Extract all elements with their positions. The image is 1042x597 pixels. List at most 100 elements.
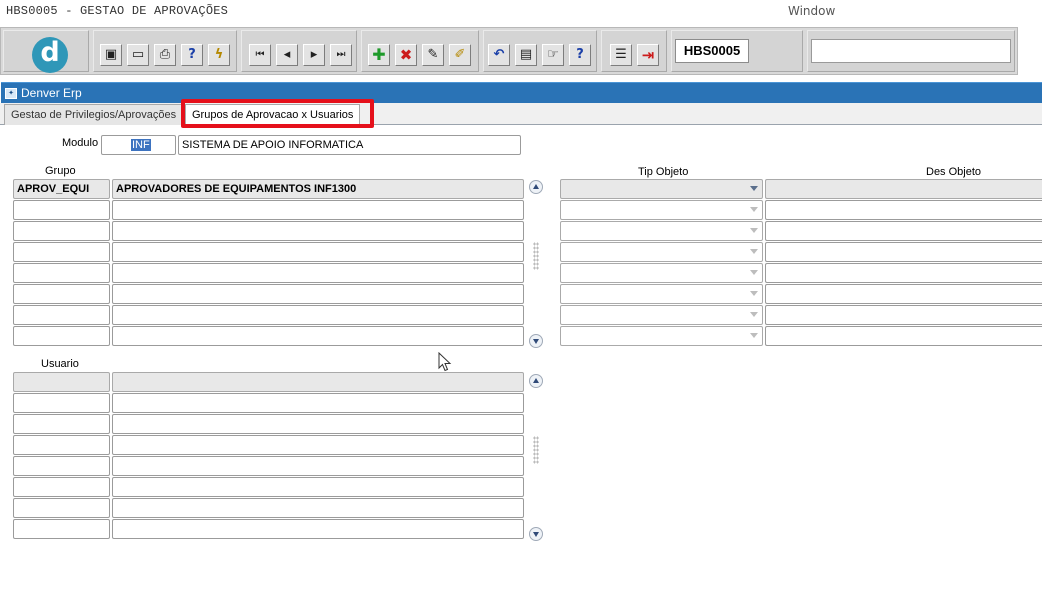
scroll-grip[interactable]: [533, 436, 539, 464]
grupo-desc-cell[interactable]: [112, 263, 524, 283]
next-record-icon[interactable]: ▸: [303, 44, 325, 66]
usuario-desc-cell[interactable]: [112, 372, 524, 392]
usuario-code-cell[interactable]: [13, 519, 110, 539]
query-help-icon[interactable]: ?: [181, 44, 203, 66]
toolbar: d ▣ ▭ ⎙ ? ϟ ⏮ ◂ ▸ ⏭ ✚ ✖ ✎ ✐ ↶ ▤ ☞ ? ☰ ⇥ …: [0, 27, 1018, 75]
save-icon[interactable]: ▣: [100, 44, 122, 66]
tip-objeto-select[interactable]: [560, 326, 763, 346]
previous-record-icon[interactable]: ◂: [276, 44, 298, 66]
scroll-grip[interactable]: [533, 242, 539, 270]
grupo-code-cell[interactable]: [13, 221, 110, 241]
scroll-down-icon[interactable]: [529, 527, 543, 541]
menu-tools-group: ☰ ⇥: [601, 30, 667, 72]
des-objeto-cell[interactable]: [765, 200, 1042, 220]
edit-record-icon[interactable]: ✎: [422, 44, 444, 66]
modulo-desc-field[interactable]: SISTEMA DE APOIO INFORMATICA: [178, 135, 521, 155]
form-code-box: HBS0005: [675, 39, 749, 63]
usuario-desc-cell[interactable]: [112, 519, 524, 539]
tab-grupos-aprovacao-usuarios[interactable]: Grupos de Aprovacao x Usuarios: [185, 104, 361, 125]
des-objeto-cell[interactable]: [765, 326, 1042, 346]
chevron-down-icon[interactable]: [750, 186, 758, 191]
scroll-up-icon[interactable]: [529, 180, 543, 194]
usuario-desc-cell[interactable]: [112, 456, 524, 476]
tip-objeto-select[interactable]: [560, 284, 763, 304]
grupo-code-cell[interactable]: [13, 263, 110, 283]
tip-objeto-header: Tip Objeto: [638, 166, 689, 178]
grupo-code-cell[interactable]: [13, 200, 110, 220]
last-record-icon[interactable]: ⏭: [330, 44, 352, 66]
insert-record-icon[interactable]: ✚: [368, 44, 390, 66]
tools-icon[interactable]: ☞: [542, 44, 564, 66]
des-objeto-cell[interactable]: [765, 221, 1042, 241]
tip-objeto-select[interactable]: [560, 179, 763, 199]
tip-objeto-select[interactable]: [560, 305, 763, 325]
chevron-down-icon[interactable]: [750, 291, 758, 296]
execute-query-icon[interactable]: ϟ: [208, 44, 230, 66]
des-objeto-cell[interactable]: [765, 305, 1042, 325]
des-objeto-cell[interactable]: [765, 263, 1042, 283]
chevron-down-icon[interactable]: [750, 270, 758, 275]
chevron-down-icon[interactable]: [750, 312, 758, 317]
modulo-code-field[interactable]: INF: [101, 135, 176, 155]
clear-record-icon[interactable]: ✐: [449, 44, 471, 66]
print-icon[interactable]: ⎙: [154, 44, 176, 66]
usuario-code-cell[interactable]: [13, 393, 110, 413]
exit-icon[interactable]: ⇥: [637, 44, 659, 66]
app-title: HBS0005 - GESTAO DE APROVAÇÕES: [6, 4, 229, 18]
grupo-desc-cell[interactable]: [112, 326, 524, 346]
tab-strip: Gestao de Privilegios/Aprovações Grupos …: [0, 103, 1042, 125]
toolbar-search-input[interactable]: [811, 39, 1011, 63]
des-objeto-cell[interactable]: [765, 242, 1042, 262]
usuario-code-cell[interactable]: [13, 477, 110, 497]
usuario-desc-cell[interactable]: [112, 498, 524, 518]
usuario-code-cell[interactable]: [13, 435, 110, 455]
grupo-desc-cell[interactable]: [112, 200, 524, 220]
grupo-header: Grupo: [45, 165, 76, 177]
usuario-desc-cell[interactable]: [112, 393, 524, 413]
usuario-desc-cell[interactable]: [112, 435, 524, 455]
undo-icon[interactable]: ↶: [488, 44, 510, 66]
clipboard-icon[interactable]: ▤: [515, 44, 537, 66]
usuario-code-cell[interactable]: [13, 372, 110, 392]
usuario-code-cell[interactable]: [13, 498, 110, 518]
tip-objeto-select[interactable]: [560, 221, 763, 241]
delete-record-icon[interactable]: ✖: [395, 44, 417, 66]
usuario-scrollbar[interactable]: [529, 374, 543, 542]
menu-icon[interactable]: ☰: [610, 44, 632, 66]
grupo-desc-cell[interactable]: [112, 305, 524, 325]
tip-objeto-select[interactable]: [560, 200, 763, 220]
chevron-down-icon[interactable]: [750, 228, 758, 233]
file-tools-group: ▣ ▭ ⎙ ? ϟ: [93, 30, 237, 72]
tip-objeto-select[interactable]: [560, 242, 763, 262]
des-objeto-cell[interactable]: [765, 179, 1042, 199]
chevron-down-icon[interactable]: [750, 333, 758, 338]
first-record-icon[interactable]: ⏮: [249, 44, 271, 66]
modulo-code-value: INF: [131, 139, 151, 151]
grupo-code-cell[interactable]: [13, 326, 110, 346]
grupo-code-cell[interactable]: [13, 242, 110, 262]
grupo-code-cell[interactable]: [13, 284, 110, 304]
tip-objeto-select[interactable]: [560, 263, 763, 283]
grupo-desc-cell[interactable]: [112, 221, 524, 241]
grupo-code-cell[interactable]: [13, 305, 110, 325]
tab-gestao-privilegios[interactable]: Gestao de Privilegios/Aprovações: [4, 104, 184, 125]
des-objeto-cell[interactable]: [765, 284, 1042, 304]
grupo-desc-cell[interactable]: [112, 242, 524, 262]
usuario-code-cell[interactable]: [13, 414, 110, 434]
scroll-down-icon[interactable]: [529, 334, 543, 348]
scroll-up-icon[interactable]: [529, 374, 543, 388]
window-menu[interactable]: Window: [788, 4, 835, 18]
window-icon[interactable]: ✦: [5, 88, 17, 99]
chevron-down-icon[interactable]: [750, 207, 758, 212]
grupo-desc-cell[interactable]: [112, 284, 524, 304]
usuario-desc-cell[interactable]: [112, 477, 524, 497]
usuario-desc-cell[interactable]: [112, 414, 524, 434]
help-icon[interactable]: ?: [569, 44, 591, 66]
screen-icon[interactable]: ▭: [127, 44, 149, 66]
grupo-code-cell[interactable]: APROV_EQUI: [13, 179, 110, 199]
grupo-desc-cell[interactable]: APROVADORES DE EQUIPAMENTOS INF1300: [112, 179, 524, 199]
chevron-down-icon[interactable]: [750, 249, 758, 254]
usuario-header: Usuario: [41, 358, 79, 370]
usuario-code-cell[interactable]: [13, 456, 110, 476]
grupo-scrollbar[interactable]: [529, 180, 543, 348]
